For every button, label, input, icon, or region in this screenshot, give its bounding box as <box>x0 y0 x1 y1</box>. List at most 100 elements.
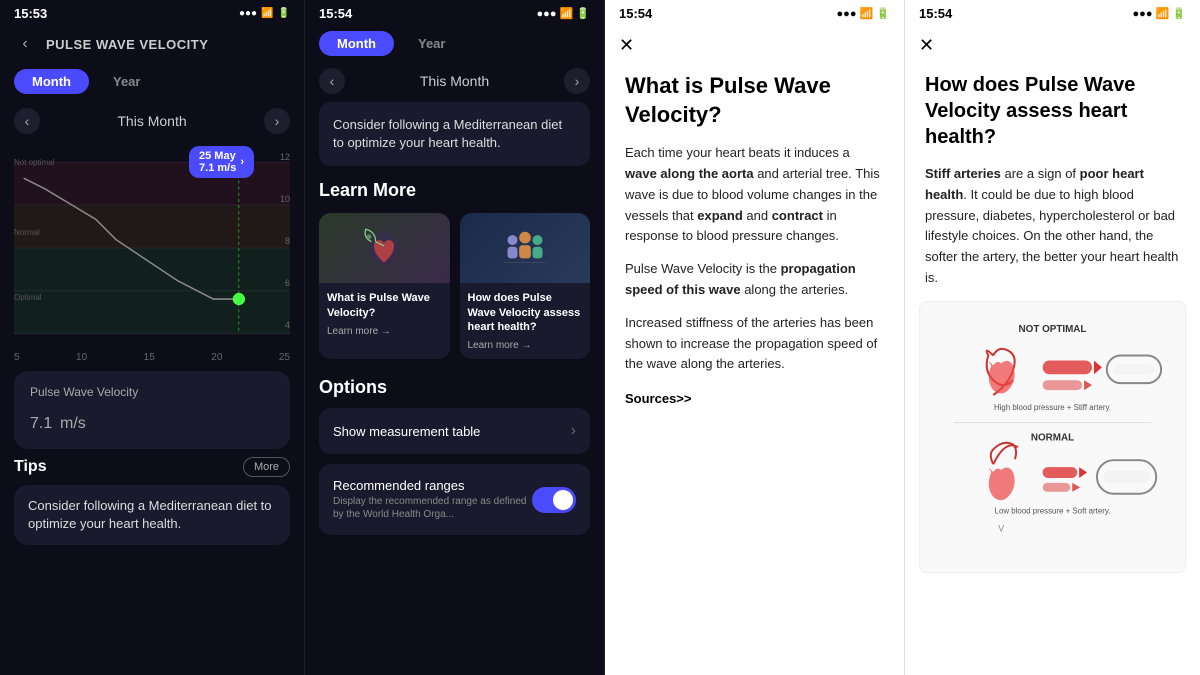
y-label-10: 10 <box>280 194 290 204</box>
tips-title: Tips <box>14 458 47 476</box>
chart-nav-1: ‹ This Month › <box>0 104 304 138</box>
panel-article-2: 15:54 ●●● 📶 🔋 ✕ How does Pulse Wave Velo… <box>905 0 1200 675</box>
tip-text-2: Consider following a Mediterranean diet … <box>333 117 562 150</box>
next-period-btn-2[interactable]: › <box>564 68 590 94</box>
tab-row-1: Month Year <box>0 65 304 104</box>
heart-illustration <box>359 223 409 273</box>
tab-month-2[interactable]: Month <box>319 31 394 56</box>
battery-icon-3: 🔋 <box>876 8 890 20</box>
learn-more-title: Learn More <box>305 180 604 213</box>
status-icons-3: ●●● 📶 🔋 <box>837 7 890 20</box>
signal-icon-3: ●●● <box>837 8 857 20</box>
article-title-2: How does Pulse Wave Velocity assess hear… <box>905 64 1200 164</box>
wifi-icon: 📶 <box>261 8 273 19</box>
low-bp-label: Low blood pressure + Soft artery. <box>995 506 1111 515</box>
tips-header: Tips More <box>14 457 290 477</box>
article-para-1: Each time your heart beats it induces a … <box>625 143 884 247</box>
back-button[interactable]: ‹ <box>14 33 36 55</box>
close-button-1[interactable]: ✕ <box>605 27 904 64</box>
battery-icon-4: 🔋 <box>1172 8 1186 20</box>
card-title-2: How does Pulse Wave Velocity assess hear… <box>468 291 583 334</box>
high-bp-label: High blood pressure + Stiff artery. <box>994 403 1111 412</box>
status-icons-4: ●●● 📶 🔋 <box>1133 7 1186 20</box>
tab-year-2[interactable]: Year <box>400 31 463 56</box>
bold-expand: expand <box>697 208 743 223</box>
article-title-1: What is Pulse Wave Velocity? <box>605 64 904 143</box>
tip-card-1: Consider following a Mediterranean diet … <box>14 485 290 545</box>
status-bar-3: 15:54 ●●● 📶 🔋 <box>605 0 904 27</box>
battery-icon: 🔋 <box>278 8 290 19</box>
card-link-1[interactable]: Learn more → <box>327 326 442 337</box>
prev-period-btn[interactable]: ‹ <box>14 108 40 134</box>
period-label-2: This Month <box>420 73 489 89</box>
aorta-diagram-svg: NOT OPTIMAL High blood pressure + Stiff … <box>934 316 1171 553</box>
time-2: 15:54 <box>319 6 352 21</box>
article-para-3: Increased stiffness of the arteries has … <box>625 313 884 375</box>
status-icons-1: ●●● 📶 🔋 <box>239 8 290 19</box>
card-link-2[interactable]: Learn more → <box>468 340 583 351</box>
card-img-1 <box>319 213 450 283</box>
recommended-ranges-toggle[interactable] <box>532 487 576 513</box>
tab-year-1[interactable]: Year <box>95 69 158 94</box>
zone-not-optimal: Not optimal <box>14 158 69 167</box>
chart-container-1: Not optimal Normal Optimal 12 10 8 6 4 2… <box>0 138 304 358</box>
learn-card-2[interactable]: How does Pulse Wave Velocity assess hear… <box>460 213 591 359</box>
bold-propagation: propagation speed of this wave <box>625 261 856 297</box>
recommended-ranges-sub: Display the recommended range as defined… <box>333 495 532 521</box>
show-table-label: Show measurement table <box>333 424 480 439</box>
ventricle-label: V <box>998 523 1004 533</box>
time-4: 15:54 <box>919 6 952 21</box>
chart-nav-2: ‹ This Month › <box>305 64 604 102</box>
metric-label: Pulse Wave Velocity <box>30 385 274 399</box>
metric-value: 7.1 m/s <box>30 403 274 435</box>
sources-link[interactable]: Sources>> <box>605 387 904 406</box>
metric-number: 7.1 <box>30 415 52 432</box>
tooltip-date: 25 May <box>199 150 236 162</box>
value-card-1: Pulse Wave Velocity 7.1 m/s <box>14 371 290 449</box>
learn-card-1[interactable]: What is Pulse Wave Velocity? Learn more … <box>319 213 450 359</box>
card-body-2: How does Pulse Wave Velocity assess hear… <box>460 283 591 359</box>
tip-text-1: Consider following a Mediterranean diet … <box>28 498 272 531</box>
prev-period-btn-2[interactable]: ‹ <box>319 68 345 94</box>
more-button[interactable]: More <box>243 457 290 477</box>
bold-wave: wave along the aorta <box>625 166 754 181</box>
tooltip-value: 7.1 m/s <box>199 162 236 174</box>
wifi-icon-4: 📶 <box>1156 8 1170 20</box>
not-optimal-label: NOT OPTIMAL <box>1019 324 1087 335</box>
show-table-option[interactable]: Show measurement table › <box>319 408 590 454</box>
tips-section: Tips More Consider following a Mediterra… <box>14 457 290 545</box>
panel-pwv-main: 15:53 ●●● 📶 🔋 ‹ PULSE WAVE VELOCITY Mont… <box>0 0 305 675</box>
learn-cards: What is Pulse Wave Velocity? Learn more … <box>305 213 604 373</box>
article-body-1: Each time your heart beats it induces a … <box>605 143 904 375</box>
article-para-2: Pulse Wave Velocity is the propagation s… <box>625 259 884 301</box>
signal-icon: ●●● <box>239 8 257 19</box>
tooltip-content: 25 May 7.1 m/s <box>199 150 236 174</box>
chevron-right-icon: › <box>571 422 576 440</box>
time-3: 15:54 <box>619 6 652 21</box>
next-period-btn[interactable]: › <box>264 108 290 134</box>
y-label-4: 4 <box>285 320 290 330</box>
tip-card-2: Consider following a Mediterranean diet … <box>319 102 590 166</box>
close-button-2[interactable]: ✕ <box>905 27 1200 64</box>
article-body-2: Stiff arteries are a sign of poor heart … <box>905 164 1200 289</box>
chart-tooltip[interactable]: 25 May 7.1 m/s › <box>189 146 254 178</box>
aorta-diagram-container: NOT OPTIMAL High blood pressure + Stiff … <box>919 301 1186 573</box>
page-title: PULSE WAVE VELOCITY <box>46 37 208 52</box>
zone-optimal: Optimal <box>14 293 69 302</box>
article-para-4: Stiff arteries are a sign of poor heart … <box>925 164 1180 289</box>
tooltip-arrow: › <box>240 156 244 168</box>
header-1: ‹ PULSE WAVE VELOCITY <box>0 27 304 65</box>
people-illustration <box>500 223 550 273</box>
normal-label: NORMAL <box>1031 432 1074 443</box>
y-label-6: 6 <box>285 278 290 288</box>
recommended-ranges-option: Recommended ranges Display the recommend… <box>319 464 590 535</box>
card-body-1: What is Pulse Wave Velocity? Learn more … <box>319 283 450 345</box>
panel-detail: 15:54 ●●● 📶 🔋 Month Year ‹ This Month › … <box>305 0 605 675</box>
metric-unit: m/s <box>60 415 86 432</box>
card-img-2 <box>460 213 591 283</box>
panel-article-1: 15:54 ●●● 📶 🔋 ✕ What is Pulse Wave Veloc… <box>605 0 905 675</box>
y-label-12: 12 <box>280 152 290 162</box>
status-bar-2: 15:54 ●●● 📶 🔋 <box>305 0 604 27</box>
bold-stiff: Stiff arteries <box>925 166 1001 181</box>
tab-month-1[interactable]: Month <box>14 69 89 94</box>
